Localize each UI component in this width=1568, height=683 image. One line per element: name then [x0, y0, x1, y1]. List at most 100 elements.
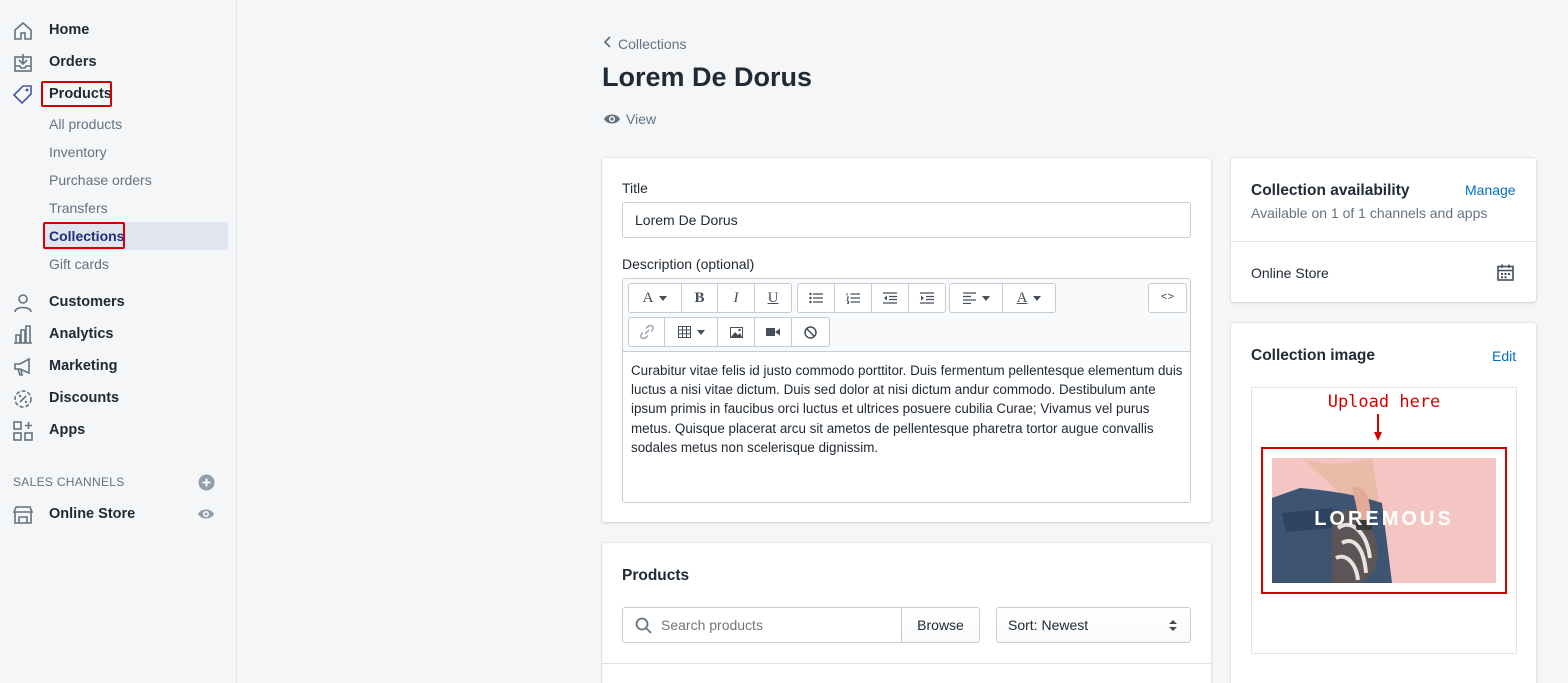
- nav-analytics[interactable]: Analytics: [0, 319, 237, 349]
- numbered-list-icon: [846, 293, 860, 304]
- sub-transfers[interactable]: Transfers: [43, 194, 228, 222]
- manage-link[interactable]: Manage: [1465, 182, 1516, 198]
- font-style-label: A: [642, 289, 654, 306]
- banner-text: LOREMOUS: [1314, 508, 1454, 530]
- online-store-icon: [12, 504, 34, 526]
- italic-button[interactable]: I: [718, 284, 755, 312]
- chevron-left-icon: [603, 35, 615, 52]
- products-tag-icon: [12, 84, 34, 106]
- products-card: Products Browse Sort: Newest: [602, 543, 1211, 683]
- nav-discounts[interactable]: Discounts: [0, 383, 237, 413]
- orders-icon: [12, 52, 34, 74]
- product-search-input[interactable]: [661, 614, 897, 636]
- underline-button[interactable]: U: [755, 284, 791, 312]
- channel-online-store: Online Store: [1251, 265, 1329, 281]
- nav-discounts-label: Discounts: [49, 390, 120, 406]
- bullet-list-button[interactable]: [798, 284, 835, 312]
- caret-down-icon: [981, 295, 990, 301]
- arrow-down-icon: [1373, 414, 1383, 445]
- sort-value: Sort: Newest: [1008, 617, 1089, 633]
- outdent-icon: [883, 292, 897, 304]
- add-channel-icon[interactable]: [197, 473, 215, 491]
- upload-annotation: Upload here: [1327, 392, 1441, 412]
- html-group: <>: [1148, 283, 1187, 313]
- sub-purchase-orders[interactable]: Purchase orders: [43, 166, 228, 194]
- html-view-button[interactable]: <>: [1149, 284, 1186, 312]
- sort-select[interactable]: Sort: Newest: [996, 607, 1191, 643]
- text-color-label: A: [1016, 289, 1028, 306]
- bold-button[interactable]: B: [682, 284, 718, 312]
- nav-marketing[interactable]: Marketing: [0, 351, 237, 381]
- calendar-icon[interactable]: [1497, 264, 1514, 284]
- caret-down-icon: [696, 329, 705, 335]
- insert-group: [628, 317, 830, 347]
- customers-icon: [12, 292, 34, 314]
- analytics-icon: [12, 324, 34, 346]
- description-text[interactable]: Curabitur vitae felis id justo commodo p…: [631, 361, 1183, 457]
- numbered-list-button[interactable]: [835, 284, 872, 312]
- title-input[interactable]: Lorem De Dorus: [622, 202, 1191, 238]
- font-style-button[interactable]: A: [629, 284, 682, 312]
- clear-format-icon: [804, 325, 817, 339]
- nav-products[interactable]: Products: [0, 79, 237, 109]
- align-left-icon: [962, 292, 976, 304]
- align-button[interactable]: [950, 284, 1003, 312]
- text-color-button[interactable]: A: [1003, 284, 1055, 312]
- nav-analytics-label: Analytics: [49, 326, 114, 342]
- products-heading: Products: [622, 567, 690, 584]
- select-arrows-icon: [1169, 619, 1177, 635]
- nav-home-label: Home: [49, 22, 90, 38]
- list-indent-group: [797, 283, 946, 313]
- image-dropzone[interactable]: Upload here LOREMOUS: [1251, 387, 1517, 654]
- description-label: Description (optional): [622, 256, 755, 272]
- sub-gift-cards[interactable]: Gift cards: [43, 250, 228, 278]
- details-card: Title Lorem De Dorus Description (option…: [602, 158, 1211, 522]
- sub-inventory[interactable]: Inventory: [43, 138, 228, 166]
- edit-image-link[interactable]: Edit: [1492, 348, 1516, 364]
- availability-heading: Collection availability: [1251, 182, 1410, 199]
- view-eye-icon[interactable]: [197, 505, 215, 523]
- bullet-list-icon: [809, 292, 823, 304]
- availability-divider: [1231, 241, 1536, 242]
- collection-image-heading: Collection image: [1251, 347, 1376, 364]
- link-icon: [639, 325, 654, 339]
- nav-home[interactable]: Home: [0, 15, 237, 45]
- video-icon: [766, 328, 780, 336]
- breadcrumb-label: Collections: [618, 35, 687, 52]
- eye-icon: [603, 112, 621, 126]
- sub-all-products[interactable]: All products: [43, 110, 228, 138]
- align-color-group: A: [949, 283, 1056, 313]
- caret-down-icon: [1033, 295, 1042, 301]
- insert-image-button[interactable]: [718, 318, 755, 346]
- availability-subtitle: Available on 1 of 1 channels and apps: [1251, 205, 1488, 221]
- browse-button[interactable]: Browse: [901, 607, 980, 643]
- collection-banner-image[interactable]: LOREMOUS: [1272, 458, 1496, 583]
- nav-marketing-label: Marketing: [49, 358, 118, 374]
- breadcrumb-back-link[interactable]: Collections: [603, 35, 686, 52]
- products-card-divider: [602, 663, 1211, 664]
- nav-apps-label: Apps: [49, 422, 86, 438]
- nav-apps[interactable]: Apps: [0, 415, 237, 445]
- insert-video-button[interactable]: [755, 318, 792, 346]
- product-search-box[interactable]: [622, 607, 902, 643]
- nav-orders-label: Orders: [49, 54, 97, 70]
- link-button[interactable]: [629, 318, 665, 346]
- apps-icon: [12, 420, 34, 442]
- description-editor: A B I U A <> Curabitur vitae felis id ju…: [622, 278, 1191, 503]
- outdent-button[interactable]: [872, 284, 909, 312]
- nav-customers[interactable]: Customers: [0, 287, 237, 317]
- marketing-icon: [12, 356, 34, 378]
- indent-button[interactable]: [909, 284, 945, 312]
- table-button[interactable]: [665, 318, 718, 346]
- availability-card: Collection availability Manage Available…: [1231, 158, 1536, 302]
- upload-highlight-frame: LOREMOUS: [1261, 447, 1507, 594]
- home-icon: [12, 20, 34, 42]
- caret-down-icon: [659, 295, 668, 301]
- nav-orders[interactable]: Orders: [0, 47, 237, 77]
- sidebar: Home Orders Products All products Invent…: [0, 0, 237, 683]
- view-link[interactable]: View: [603, 111, 656, 127]
- clear-format-button[interactable]: [792, 318, 829, 346]
- view-label: View: [626, 111, 657, 127]
- page-title: Lorem De Dorus: [602, 62, 813, 92]
- sales-channels-title: SALES CHANNELS: [13, 475, 125, 489]
